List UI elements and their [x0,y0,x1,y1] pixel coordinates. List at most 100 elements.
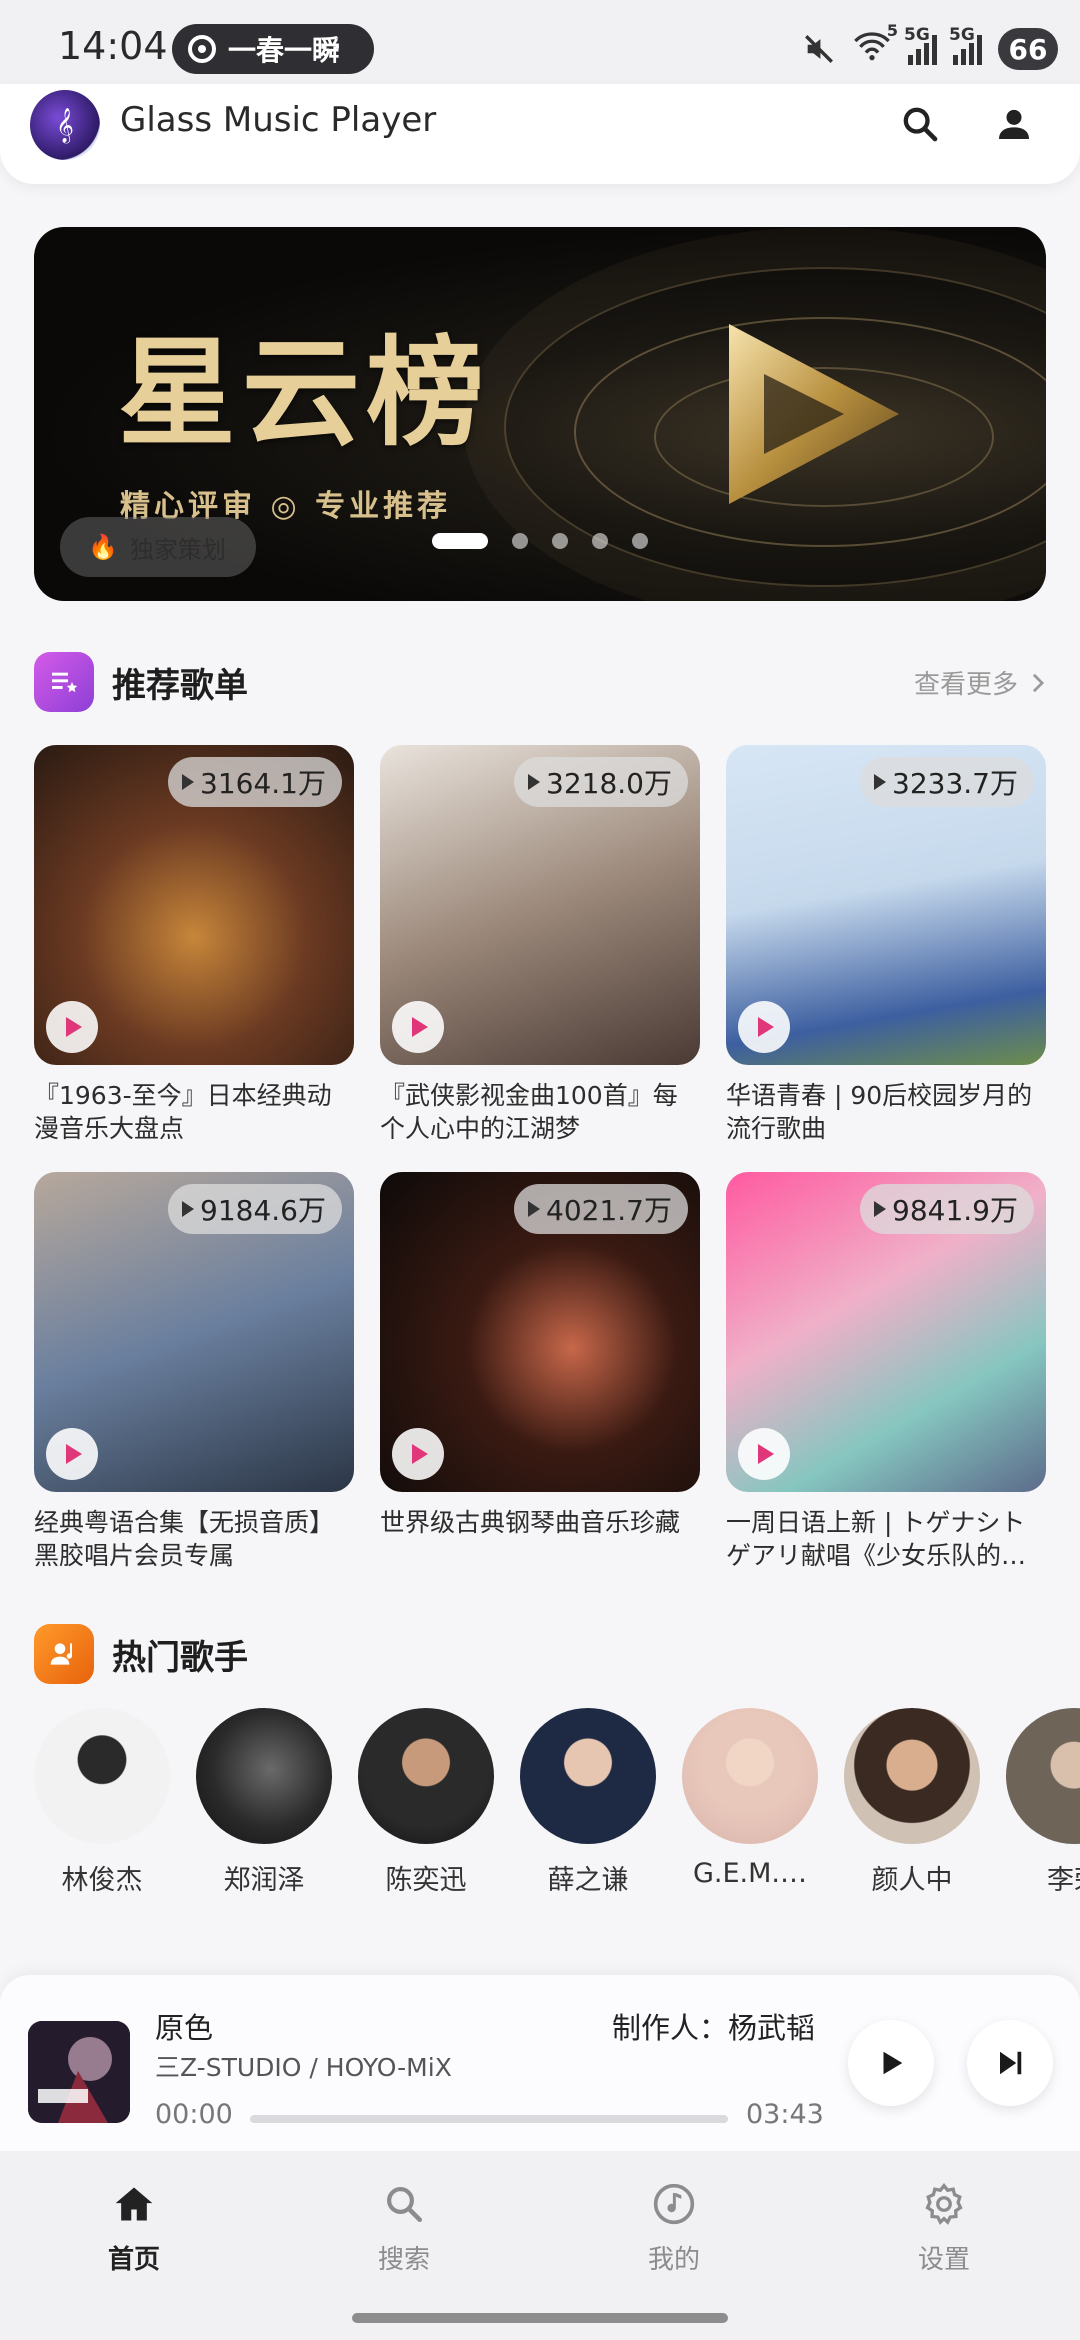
account-button[interactable] [982,92,1046,156]
artist-item[interactable]: 陈奕迅 [358,1708,494,1897]
banner-tag-label: 独家策划 [129,535,226,564]
artist-name: 薛之谦 [547,1865,629,1896]
artist-item[interactable]: 颜人中 [844,1708,980,1897]
carousel-dot[interactable] [632,533,648,549]
pill-text: 一春一瞬 [228,34,341,67]
play-icon [66,1444,82,1464]
artist-avatar[interactable] [682,1708,818,1844]
flame-icon: 🔥 [88,533,118,561]
status-bar: 14:04 一春一瞬 5 5G 5G 66 [0,0,1080,84]
artists-section-header: 热门歌手 [34,1624,1046,1684]
battery-icon: 66 [998,28,1058,70]
banner-tag[interactable]: 🔥 独家策划 [60,517,256,577]
nav-label: 设置 [917,2245,970,2275]
artist-item[interactable]: 郑润泽 [196,1708,332,1897]
artist-avatar[interactable] [520,1708,656,1844]
progress-bar[interactable] [250,2115,728,2123]
playlist-card[interactable]: 3164.1万『1963-至今』日本经典动漫音乐大盘点 [34,745,354,1145]
play-count: 9841.9万 [892,1194,1018,1227]
settings-icon [919,2179,969,2229]
playlist-cover[interactable]: 3218.0万 [380,745,700,1065]
play-count-icon [528,1201,541,1217]
artist-name: 颜人中 [871,1865,953,1896]
playlist-cover[interactable]: 3233.7万 [726,745,1046,1065]
playlist-card[interactable]: 4021.7万世界级古典钢琴曲音乐珍藏 [380,1172,700,1572]
wifi-badge: 5 [886,21,898,40]
nav-settings[interactable]: 设置 [864,2179,1024,2276]
artist-avatar[interactable] [1006,1708,1080,1844]
play-icon [412,1017,428,1037]
playlist-card[interactable]: 9841.9万 一周日语上新 | トゲナシトゲアリ献唱《少女乐队的… [726,1172,1046,1572]
play-count-badge: 3218.0万 [514,757,688,807]
music-ring-icon [188,35,216,63]
mute-icon [805,35,833,63]
mini-player[interactable]: 原色 制作人：杨武韬 三Z-STUDIO / HOYO-MiX 00:00 03… [0,1975,1080,2151]
play-count-badge: 9184.6万 [168,1184,342,1234]
see-more-link[interactable]: 查看更多 [914,664,1046,701]
playlist-card[interactable]: 9184.6万经典粤语合集【无损音质】黑胶唱片会员专属 [34,1172,354,1572]
signal-icon: 5G [949,25,982,65]
play-playlist-button[interactable] [392,1001,444,1053]
playlist-cover[interactable]: 4021.7万 [380,1172,700,1492]
play-playlist-button[interactable] [738,1001,790,1053]
playlist-icon [34,652,94,712]
carousel-dot[interactable] [512,533,528,549]
artist-item[interactable]: 薛之谦 [520,1708,656,1897]
play-playlist-button[interactable] [46,1001,98,1053]
artist-item[interactable]: 林俊杰 [34,1708,170,1897]
play-playlist-button[interactable] [392,1428,444,1480]
play-count-badge: 3164.1万 [168,757,342,807]
nav-home[interactable]: 首页 [54,2179,214,2276]
playlist-title: 经典粤语合集【无损音质】黑胶唱片会员专属 [34,1508,335,1570]
artist-avatar[interactable] [196,1708,332,1844]
chevron-right-icon [1032,673,1045,692]
play-playlist-button[interactable] [46,1428,98,1480]
artist-item[interactable]: 李荣 [1006,1708,1080,1897]
artist-icon [34,1624,94,1684]
search-icon [379,2179,429,2229]
play-playlist-button[interactable] [738,1428,790,1480]
play-icon [758,1444,774,1464]
artist-avatar[interactable] [358,1708,494,1844]
artist-item[interactable]: G.E.M.… [682,1708,818,1889]
playlist-cover[interactable]: 9184.6万 [34,1172,354,1492]
play-icon [412,1444,428,1464]
home-indicator[interactable] [352,2313,728,2323]
playlist-cover[interactable]: 3164.1万 [34,745,354,1065]
artist-name: 林俊杰 [61,1865,143,1896]
nav-label: 搜索 [377,2245,430,2275]
play-count: 3164.1万 [200,767,326,800]
banner-title: 星云榜 [118,323,491,462]
artist-avatar[interactable] [34,1708,170,1844]
carousel-dot[interactable] [432,533,488,549]
app-title: Glass Music Player [120,100,437,140]
play-count-icon [874,774,887,790]
play-count: 3233.7万 [892,767,1018,800]
play-button[interactable] [848,2020,934,2106]
next-button[interactable] [967,2020,1053,2106]
album-art[interactable] [28,2021,130,2123]
playlist-cover[interactable]: 9841.9万 [726,1172,1046,1492]
carousel-dot[interactable] [592,533,608,549]
signal-label-1: 5G [904,25,930,45]
nav-search[interactable]: 搜索 [324,2179,484,2276]
total-time: 03:43 [746,2099,824,2130]
now-playing-title: 原色 [155,2011,214,2045]
playlist-title: 『1963-至今』日本经典动漫音乐大盘点 [34,1081,332,1143]
playlist-card[interactable]: 3218.0万 『武侠影视金曲100首』每个人心中的江湖梦 [380,745,700,1145]
search-button[interactable] [888,92,952,156]
artist-avatar[interactable] [844,1708,980,1844]
artist-name: 郑润泽 [223,1865,305,1896]
banner-carousel[interactable]: 星云榜 精心评审 ◎ 专业推荐 🔥 独家策划 [34,227,1046,601]
carousel-dot[interactable] [552,533,568,549]
play-icon [758,1017,774,1037]
play-count-badge: 9841.9万 [860,1184,1034,1234]
section-title: 热门歌手 [112,1637,248,1678]
app-header: 𝄞 Glass Music Player [0,84,1080,184]
nav-mine[interactable]: 我的 [594,2179,754,2276]
playlist-title: 世界级古典钢琴曲音乐珍藏 [380,1508,681,1537]
play-icon [66,1017,82,1037]
playlist-card[interactable]: 3233.7万 华语青春 | 90后校园岁月的流行歌曲 [726,745,1046,1145]
now-playing-pill[interactable]: 一春一瞬 [172,24,374,74]
play-count-icon [528,774,541,790]
